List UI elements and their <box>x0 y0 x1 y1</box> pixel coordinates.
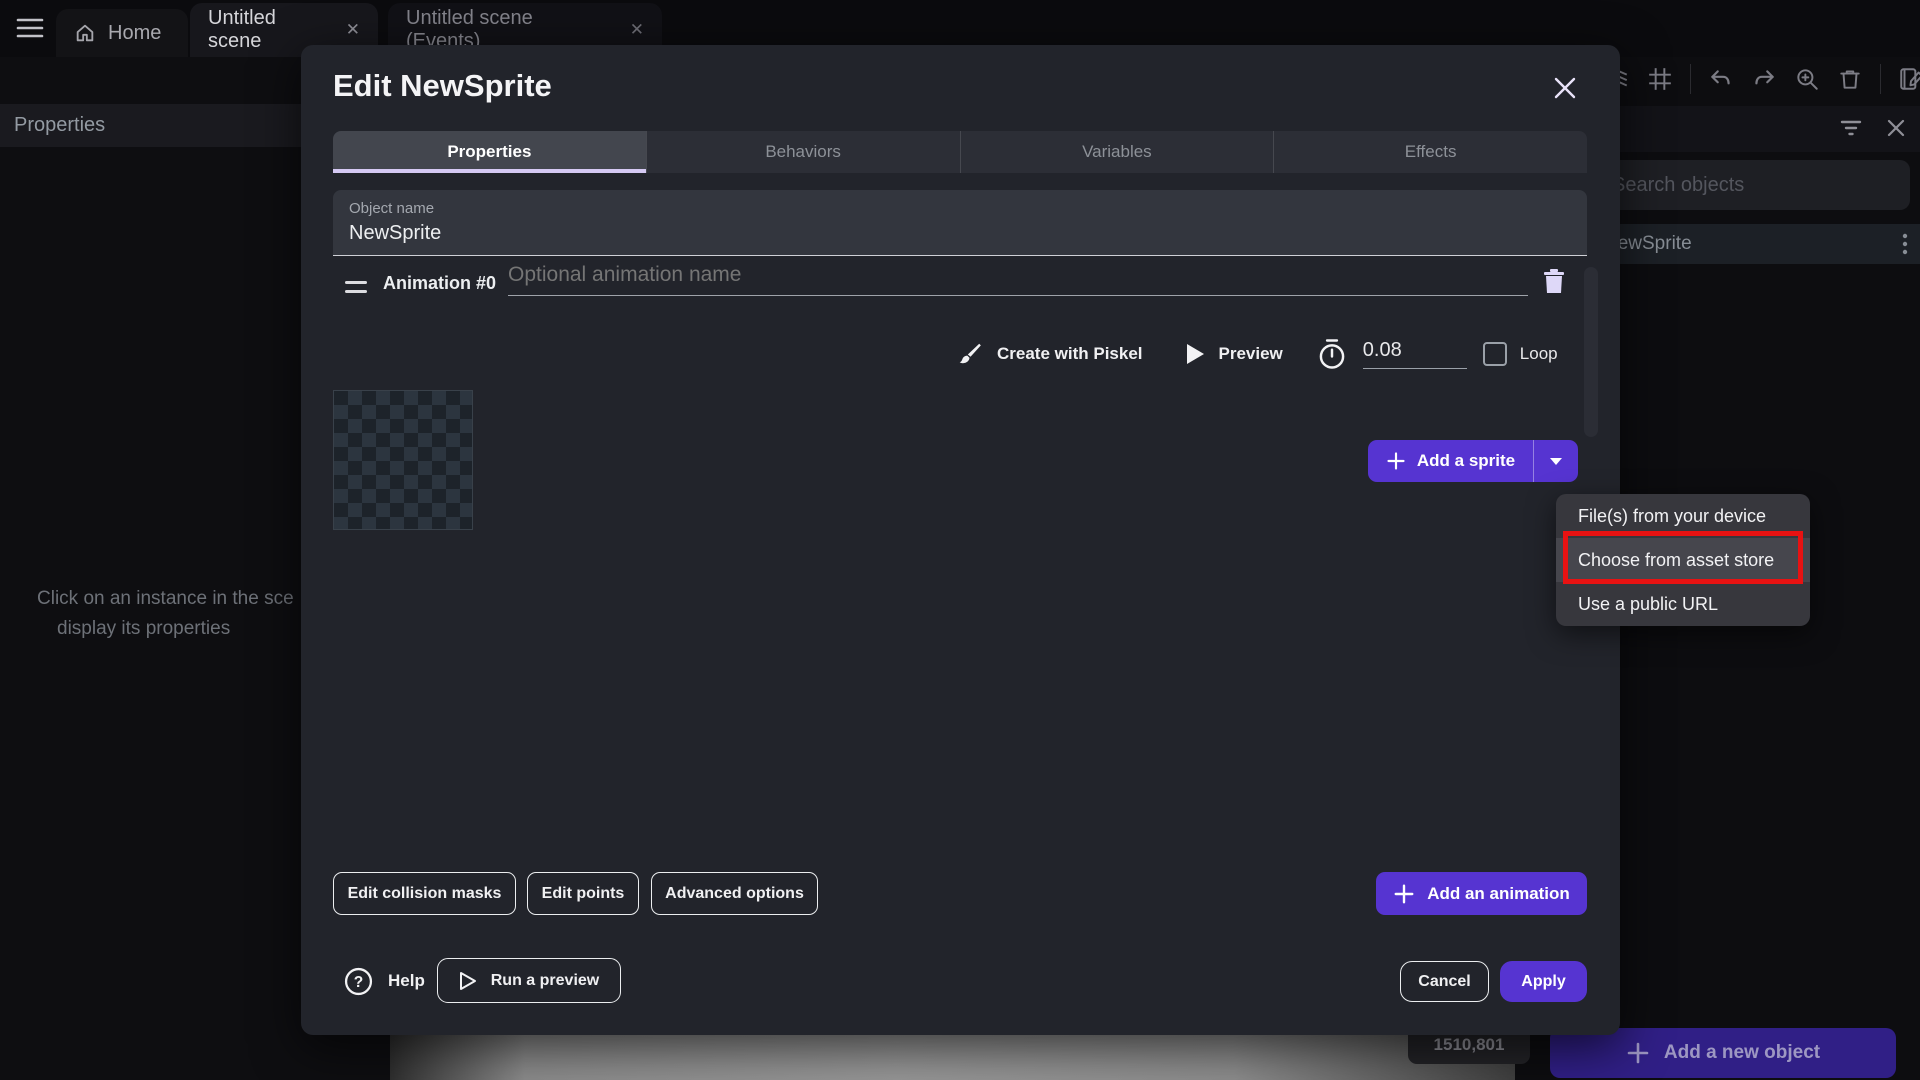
apply-button[interactable]: Apply <box>1500 961 1587 1002</box>
svg-text:?: ? <box>354 974 363 991</box>
brush-icon <box>957 341 983 367</box>
dialog-tab-bar: Properties Behaviors Variables Effects <box>333 131 1587 173</box>
dialog-scrollbar-thumb[interactable] <box>1584 267 1598 437</box>
object-list-item-label: NewSprite <box>1604 233 1902 255</box>
main-menu-button[interactable] <box>16 17 44 39</box>
edit-scene-properties-icon[interactable] <box>1898 66 1920 92</box>
delete-animation-icon[interactable] <box>1541 267 1567 295</box>
help-button[interactable]: ? Help <box>344 958 425 1004</box>
tab-scene-close-icon[interactable]: ✕ <box>346 20 360 40</box>
plus-icon <box>1626 1041 1650 1065</box>
scene-toolbar <box>1604 62 1920 96</box>
play-icon <box>1185 343 1205 365</box>
filter-icon[interactable] <box>1840 119 1862 137</box>
toolbar-divider <box>1880 64 1881 94</box>
run-preview-button[interactable]: Run a preview <box>437 958 621 1003</box>
edit-object-dialog: Edit NewSprite Properties Behaviors Vari… <box>301 45 1620 1035</box>
dialog-tab-variables[interactable]: Variables <box>960 131 1274 173</box>
add-sprite-button[interactable]: Add a sprite <box>1368 440 1533 482</box>
object-name-field[interactable]: Object name <box>333 190 1587 256</box>
loop-checkbox[interactable] <box>1483 342 1507 366</box>
frame-duration-field[interactable] <box>1363 339 1467 369</box>
create-with-piskel-button[interactable]: Create with Piskel <box>957 341 1143 367</box>
home-icon <box>74 22 96 44</box>
redo-icon[interactable] <box>1751 66 1777 92</box>
cancel-button[interactable]: Cancel <box>1400 961 1489 1002</box>
plus-icon <box>1386 451 1406 471</box>
edit-collision-masks-button[interactable]: Edit collision masks <box>333 872 516 915</box>
properties-panel-title: Properties <box>14 114 105 137</box>
help-icon: ? <box>344 967 373 996</box>
chevron-down-icon <box>1549 457 1563 466</box>
tab-home[interactable]: Home <box>56 9 188 57</box>
animation-controls-row: Create with Piskel Preview Loop <box>957 333 1558 375</box>
animation-label: Animation #0 <box>383 273 496 294</box>
sprite-thumbnail-placeholder <box>333 390 473 530</box>
object-name-input[interactable] <box>349 222 1571 245</box>
zoom-in-icon[interactable] <box>1794 66 1820 92</box>
dialog-tab-behaviors[interactable]: Behaviors <box>646 131 960 173</box>
plus-icon <box>1393 883 1415 905</box>
animation-name-field[interactable] <box>508 263 1528 296</box>
object-menu-dots-icon[interactable] <box>1902 233 1908 255</box>
dialog-tab-effects[interactable]: Effects <box>1273 131 1587 173</box>
play-outline-icon <box>459 971 477 991</box>
frame-duration-input[interactable] <box>1363 339 1467 362</box>
search-objects-placeholder: Search objects <box>1612 174 1744 197</box>
add-sprite-dropdown-button[interactable] <box>1534 440 1578 482</box>
animation-drag-handle[interactable] <box>345 281 367 293</box>
grid-icon[interactable] <box>1647 66 1673 92</box>
hamburger-icon <box>16 17 44 39</box>
stopwatch-icon <box>1317 338 1347 370</box>
add-animation-button[interactable]: Add an animation <box>1376 872 1587 915</box>
menu-item-use-public-url[interactable]: Use a public URL <box>1556 582 1810 626</box>
toolbar-divider <box>1690 64 1691 94</box>
advanced-options-button[interactable]: Advanced options <box>651 872 818 915</box>
undo-icon[interactable] <box>1708 66 1734 92</box>
close-panel-icon[interactable] <box>1886 118 1906 138</box>
add-sprite-label: Add a sprite <box>1417 451 1515 471</box>
add-new-object-button[interactable]: Add a new object <box>1550 1028 1896 1078</box>
tab-home-label: Home <box>108 22 161 45</box>
add-new-object-label: Add a new object <box>1664 1042 1820 1064</box>
object-list-item[interactable]: NewSprite <box>1590 224 1920 264</box>
annotation-highlight-box <box>1563 531 1803 584</box>
dialog-close-icon[interactable] <box>1552 75 1578 101</box>
properties-empty-message-line1: Click on an instance in the sce <box>37 588 294 610</box>
help-label: Help <box>388 971 425 991</box>
dialog-tab-properties[interactable]: Properties <box>333 131 646 173</box>
loop-label: Loop <box>1520 344 1558 364</box>
trash-icon[interactable] <box>1837 66 1863 92</box>
search-objects-field[interactable]: Search objects <box>1596 160 1910 210</box>
animation-name-input[interactable] <box>508 263 1528 287</box>
objects-panel-header <box>1590 106 1920 152</box>
properties-empty-message-line2: display its properties <box>57 618 230 640</box>
edit-points-button[interactable]: Edit points <box>527 872 639 915</box>
preview-animation-button[interactable]: Preview <box>1185 343 1283 365</box>
object-name-label: Object name <box>349 200 1571 217</box>
tab-events-close-icon[interactable]: ✕ <box>630 20 644 40</box>
add-sprite-split-button: Add a sprite <box>1368 440 1578 482</box>
dialog-title: Edit NewSprite <box>333 68 552 104</box>
gdevelop-app: Home Untitled scene ✕ Untitled scene (Ev… <box>0 0 1920 1080</box>
scene-canvas <box>390 1035 1515 1080</box>
